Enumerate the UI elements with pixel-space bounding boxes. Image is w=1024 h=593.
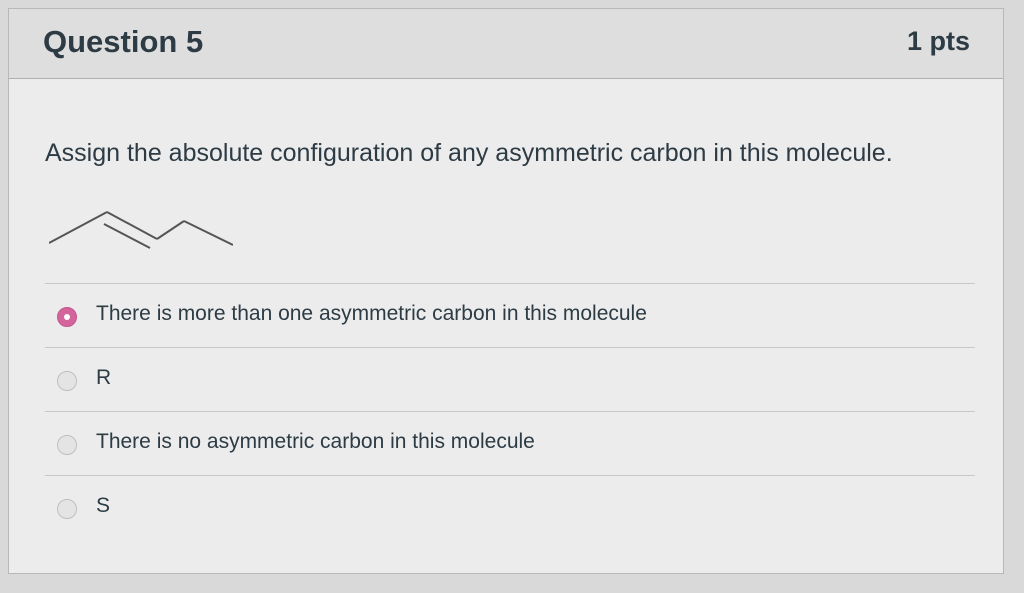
question-prompt: Assign the absolute configuration of any… [45,139,893,167]
answer-label: There is more than one asymmetric carbon… [96,302,647,325]
question-title: Question 5 [43,24,204,59]
radio-unselected-icon[interactable] [57,435,77,455]
answer-option-4[interactable]: S [45,475,975,539]
answer-label: R [96,366,112,389]
answer-label: There is no asymmetric carbon in this mo… [96,430,535,453]
question-card: Question 5 1 pts Assign the absolute con… [8,8,1004,574]
answer-list: There is more than one asymmetric carbon… [45,283,975,539]
answer-label: S [96,494,111,517]
question-points: 1 pts [906,26,970,56]
answer-option-3[interactable]: There is no asymmetric carbon in this mo… [45,411,975,475]
question-header: Question 5 1 pts [9,9,1003,79]
radio-selected-icon[interactable] [57,307,77,327]
answer-option-2[interactable]: R [45,347,975,411]
answer-option-1[interactable]: There is more than one asymmetric carbon… [45,283,975,347]
radio-unselected-icon[interactable] [57,499,77,519]
radio-unselected-icon[interactable] [57,371,77,391]
molecule-structure-image [49,211,233,249]
